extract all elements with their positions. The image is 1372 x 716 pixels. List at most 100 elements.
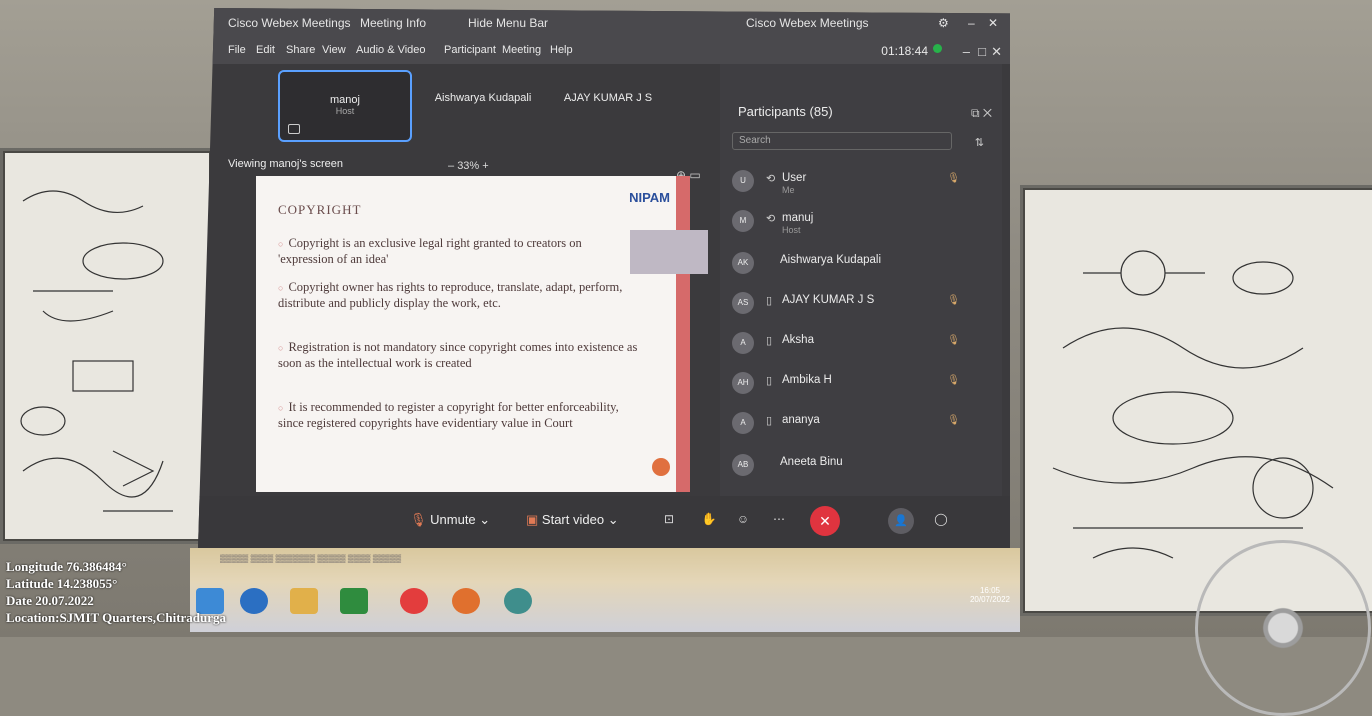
- latitude-text: Latitude 14.238055°: [6, 576, 118, 591]
- webex-app-icon[interactable]: [504, 588, 532, 614]
- whiteboard-scribbles: [20, 190, 173, 512]
- unmute-button[interactable]: 🎙 Unmute ⌄: [410, 512, 490, 528]
- participant-row[interactable]: A ▯ Aksha 🎙: [720, 326, 1002, 362]
- participant-row[interactable]: AS ▯ AJAY KUMAR J S 🎙: [720, 286, 1002, 322]
- firefox-browser-icon[interactable]: [452, 588, 480, 614]
- slide-logo: NIPAM: [629, 190, 670, 205]
- avatar: A: [732, 412, 754, 434]
- participant-name: ananya: [782, 414, 820, 426]
- screen-share-icon: [288, 124, 300, 134]
- meeting-info-tab[interactable]: Meeting Info: [360, 16, 426, 30]
- menu-help[interactable]: Help: [550, 44, 573, 56]
- phone-icon: ▯: [766, 335, 773, 347]
- menu-share[interactable]: Share: [286, 44, 315, 56]
- menu-bar: File Edit Share View Audio & Video Parti…: [198, 38, 1010, 64]
- reactions-icon[interactable]: ☺: [732, 508, 754, 530]
- mic-muted-icon[interactable]: 🎙: [947, 295, 960, 306]
- zoom-value: 33%: [457, 160, 480, 172]
- participant-name: Ambika H: [782, 374, 832, 386]
- phone-icon: ▯: [766, 375, 773, 387]
- minimize-icon[interactable]: –: [963, 44, 970, 59]
- mic-muted-icon[interactable]: 🎙: [947, 335, 960, 346]
- gps-overlay: Longitude 76.386484° Latitude 14.238055°…: [6, 558, 226, 626]
- participant-name: Aishwarya Kudapali: [780, 254, 882, 266]
- panel-popout-close-icon[interactable]: ⧉ ✕: [971, 106, 992, 121]
- menu-audio-video[interactable]: Audio & Video: [356, 44, 426, 56]
- menu-edit[interactable]: Edit: [256, 44, 275, 56]
- clock-date: 20/07/2022: [969, 595, 1010, 604]
- phone-icon: ▯: [766, 415, 773, 427]
- minimize-icon[interactable]: –: [968, 16, 975, 30]
- thumbnail-name: manoj: [330, 94, 360, 106]
- participant-name: Aneeta Binu: [780, 456, 843, 468]
- thumbnail-manoj[interactable]: manoj Host: [278, 70, 412, 142]
- shared-slide: COPYRIGHT NIPAM Copyright is an exclusiv…: [256, 176, 690, 492]
- projected-webex-window: Cisco Webex Meetings Meeting Info Hide M…: [198, 8, 1010, 548]
- participant-row[interactable]: AB Aneeta Binu: [720, 448, 1002, 484]
- longitude-text: Longitude 76.386484°: [6, 559, 127, 574]
- sort-icon[interactable]: ⇅: [975, 136, 984, 149]
- audio-device-icon: ⟲: [766, 173, 776, 185]
- start-video-label: Start video: [541, 512, 605, 527]
- clock-time: 16:05: [979, 586, 1000, 595]
- opera-browser-icon[interactable]: [400, 588, 428, 614]
- participant-row[interactable]: AH ▯ Ambika H 🎙: [720, 366, 1002, 402]
- date-text: Date 20.07.2022: [6, 593, 94, 608]
- avatar: AS: [732, 292, 754, 314]
- participants-toggle-button[interactable]: 👤: [888, 508, 914, 534]
- self-view-video[interactable]: [630, 230, 708, 274]
- thumbnail-aishwarya[interactable]: Aishwarya Kudapali: [418, 70, 548, 138]
- thumbnail-role: Host: [335, 106, 355, 116]
- close-icon[interactable]: ✕: [988, 16, 998, 30]
- zoom-level[interactable]: – 33% +: [448, 160, 489, 172]
- edge-browser-icon[interactable]: [240, 588, 268, 614]
- close-icon[interactable]: ✕: [991, 44, 1002, 60]
- slide-bullet: Registration is not mandatory since copy…: [278, 340, 638, 371]
- video-thumbnail-strip: manoj Host Aishwarya Kudapali AJAY KUMAR…: [198, 64, 718, 154]
- blurred-taskbar-text: ▒▒▒▒▒ ▒▒▒▒ ▒▒▒▒▒▒▒ ▒▒▒▒▒ ▒▒▒▒ ▒▒▒▒▒: [220, 554, 402, 563]
- slide-page-badge: [652, 458, 670, 476]
- meeting-controls-bar: 🎙 Unmute ⌄ ▣ Start video ⌄ ⊡ ✋ ☺ ⋯ ✕ 👤 ◯: [198, 496, 1010, 548]
- store-icon[interactable]: [340, 588, 368, 614]
- phone-icon: ▯: [766, 295, 773, 307]
- mic-muted-icon[interactable]: 🎙: [947, 375, 960, 386]
- video-off-icon: ▣: [526, 512, 539, 527]
- participant-row[interactable]: A ▯ ananya 🎙: [720, 406, 1002, 442]
- thumbnail-ajay[interactable]: AJAY KUMAR J S: [543, 70, 673, 138]
- participant-row[interactable]: AK Aishwarya Kudapali: [720, 246, 1002, 282]
- participant-name: Aksha: [782, 334, 814, 346]
- file-explorer-icon[interactable]: [290, 588, 318, 614]
- slide-bullet: Copyright is an exclusive legal right gr…: [278, 236, 638, 267]
- location-text: Location:SJMIT Quarters,Chitradurga: [6, 610, 227, 625]
- meeting-timer: 01:18:44: [881, 44, 928, 58]
- participants-header: Participants (85): [738, 104, 833, 119]
- avatar: A: [732, 332, 754, 354]
- menu-participant[interactable]: Participant: [444, 44, 496, 56]
- maximize-icon[interactable]: □: [978, 44, 986, 59]
- menu-view[interactable]: View: [322, 44, 346, 56]
- more-options-icon[interactable]: ⋯: [768, 508, 790, 530]
- participant-row[interactable]: M ⟲ manuj Host: [720, 204, 1002, 240]
- menu-file[interactable]: File: [228, 44, 246, 56]
- unmute-label: Unmute: [430, 512, 476, 527]
- app-title: Cisco Webex Meetings: [228, 16, 351, 30]
- viewing-screen-label: Viewing manoj's screen: [228, 158, 344, 170]
- mic-muted-icon[interactable]: 🎙: [947, 415, 960, 426]
- hide-menu-bar-button[interactable]: Hide Menu Bar: [468, 16, 548, 30]
- participant-search-input[interactable]: Search: [732, 132, 952, 150]
- mic-muted-icon[interactable]: 🎙: [947, 173, 960, 184]
- participant-name: manuj: [782, 212, 814, 224]
- leave-meeting-button[interactable]: ✕: [810, 506, 840, 536]
- settings-icon[interactable]: ⚙: [938, 16, 949, 30]
- raise-hand-icon[interactable]: ✋: [698, 508, 720, 530]
- system-clock[interactable]: 16:05 20/07/2022: [970, 586, 1010, 604]
- participant-row[interactable]: U ⟲ User Me 🎙: [720, 164, 1002, 200]
- slide-bullet: Copyright owner has rights to reproduce,…: [278, 280, 638, 311]
- start-video-button[interactable]: ▣ Start video ⌄: [526, 512, 619, 528]
- menu-meeting[interactable]: Meeting: [502, 44, 541, 56]
- participant-role: Me: [782, 185, 795, 195]
- share-content-icon[interactable]: ⊡: [658, 508, 680, 530]
- avatar: AK: [732, 252, 754, 274]
- avatar: AH: [732, 372, 754, 394]
- chat-icon[interactable]: ◯: [930, 508, 952, 530]
